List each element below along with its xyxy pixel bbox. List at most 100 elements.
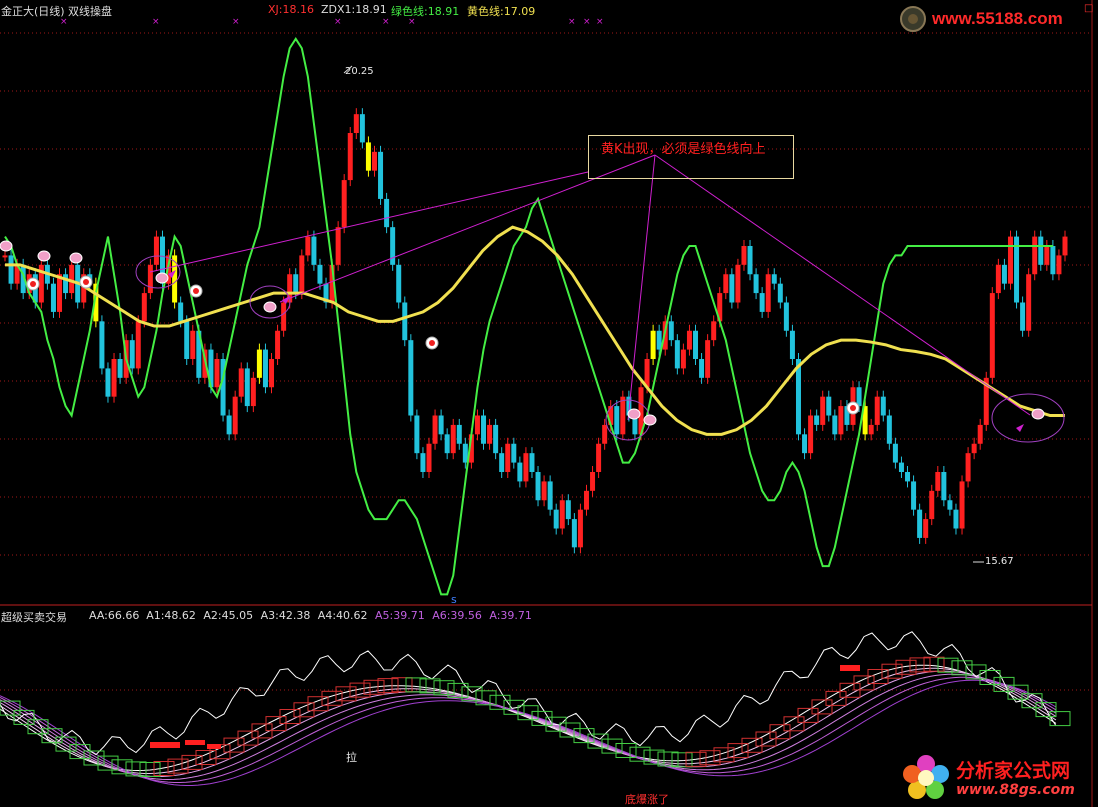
- top-watermark-text: www.55188.com: [932, 9, 1063, 28]
- lower-label-4: A4:40.62: [317, 609, 368, 622]
- candle-body-52: [317, 264, 323, 284]
- lower-label-2: A2:45.05: [203, 609, 254, 622]
- candle-body-51: [311, 236, 317, 265]
- candle-body-60: [365, 142, 371, 171]
- candle-body-89: [541, 481, 547, 501]
- low-price-label: 15.67: [985, 556, 1014, 567]
- candle-body-62: [378, 151, 384, 199]
- pink-marker-5: [627, 408, 641, 420]
- lower-ma-line-5: [0, 679, 1057, 786]
- indicator-name: 双线操盘: [68, 5, 112, 18]
- candle-body-122: [741, 246, 747, 265]
- candle-body-174: [1056, 255, 1062, 275]
- candle-body-1: [8, 255, 14, 284]
- bottom-red-label: 底爆涨了: [625, 793, 669, 806]
- candle-body-86: [523, 453, 529, 482]
- candle-body-18: [111, 359, 117, 397]
- candle-body-112: [680, 349, 686, 369]
- candle-body-91: [553, 509, 559, 529]
- yellow-line-value: 黄色线:17.09: [467, 5, 536, 18]
- candle-body-129: [783, 302, 789, 331]
- high-price-label: 20.25: [345, 66, 374, 77]
- candle-body-41: [250, 377, 256, 407]
- candle-body-151: [917, 509, 923, 538]
- candle-body-93: [565, 500, 571, 520]
- candle-body-168: [1020, 302, 1026, 331]
- candle-body-158: [959, 481, 965, 529]
- candle-body-76: [462, 443, 468, 463]
- candle-body-50: [305, 236, 311, 256]
- candle-body-21: [129, 340, 135, 369]
- top-watermark: www.55188.com: [898, 4, 1088, 34]
- candle-body-126: [765, 274, 771, 312]
- candle-body-19: [117, 359, 123, 378]
- candle-body-125: [759, 293, 765, 312]
- candle-body-55: [335, 227, 341, 265]
- lower-red-bar-3: [840, 665, 860, 671]
- zdx1-value: ZDX1:18.91: [321, 3, 387, 16]
- candle-body-80: [487, 424, 493, 444]
- bottom-watermark: 分析家公式网 www.88gs.com: [900, 752, 1096, 804]
- candle-body-38: [232, 396, 238, 435]
- candle-body-83: [505, 443, 511, 472]
- candle-body-61: [371, 151, 377, 171]
- candle-body-173: [1050, 246, 1056, 275]
- candle-body-81: [493, 424, 499, 454]
- candle-body-110: [668, 321, 674, 341]
- candle-body-154: [935, 472, 941, 491]
- candle-body-164: [995, 264, 1001, 294]
- candle-body-82: [499, 453, 505, 472]
- candle-body-131: [795, 359, 801, 435]
- candle-body-155: [941, 472, 947, 501]
- pink-marker-4: [263, 301, 277, 313]
- annotation-text: 黄K出现，必须是绿色线向上: [601, 142, 766, 157]
- candle-body-42: [256, 349, 262, 378]
- lower-label-1: A1:48.62: [146, 609, 196, 622]
- buy-marker-dot-3: [429, 340, 435, 346]
- candle-body-121: [735, 264, 741, 303]
- candle-body-157: [953, 509, 959, 529]
- candle-body-10: [63, 274, 69, 294]
- price-chart: × × × × × × × × ×: [0, 0, 1093, 807]
- candle-body-138: [838, 406, 844, 435]
- candle-body-116: [705, 340, 711, 378]
- candle-body-156: [947, 500, 953, 510]
- lower-label-7: A:39.71: [489, 609, 532, 622]
- candle-body-85: [517, 462, 523, 482]
- header-marker-2: ×: [232, 17, 240, 27]
- candle-body-144: [874, 396, 880, 425]
- highlight-ellipse-3: [991, 393, 1065, 443]
- buy-marker-dot-1: [83, 279, 89, 285]
- candle-body-115: [699, 359, 705, 378]
- candle-body-172: [1044, 246, 1050, 265]
- candle-body-134: [814, 415, 820, 425]
- bottom-watermark-cn: 分析家公式网: [956, 760, 1071, 782]
- candle-body-30: [184, 321, 190, 359]
- candle-body-39: [238, 368, 244, 397]
- lower-red-bar-1: [185, 740, 205, 745]
- lower-label-6: A6:39.56: [432, 609, 482, 622]
- candle-body-149: [905, 472, 911, 482]
- candle-body-75: [456, 424, 462, 444]
- candle-body-68: [414, 415, 420, 454]
- candle-body-135: [820, 396, 826, 425]
- candle-body-161: [977, 424, 983, 444]
- candle-body-113: [686, 330, 692, 350]
- magenta-line-0: [149, 171, 589, 273]
- candle-body-96: [583, 490, 589, 510]
- xj-value: XJ:18.16: [268, 3, 314, 16]
- candle-body-59: [359, 114, 365, 143]
- pull-label: 拉: [346, 751, 357, 764]
- candle-body-166: [1007, 236, 1013, 284]
- candle-body-49: [299, 255, 305, 294]
- candle-body-175: [1062, 236, 1068, 256]
- candle-body-123: [747, 246, 753, 275]
- candle-body-147: [892, 443, 898, 463]
- candle-body-145: [880, 396, 886, 416]
- candle-body-48: [293, 274, 299, 294]
- candle-body-46: [281, 302, 287, 331]
- header-marker-1: ×: [152, 17, 160, 27]
- candle-body-45: [275, 330, 281, 359]
- candle-body-67: [408, 340, 414, 416]
- candle-body-58: [353, 114, 359, 133]
